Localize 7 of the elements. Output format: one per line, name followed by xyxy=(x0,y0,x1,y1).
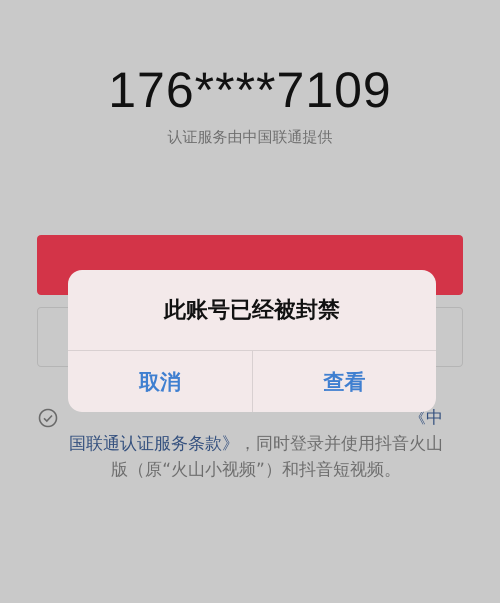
checkbox-icon[interactable] xyxy=(38,408,58,428)
dialog-button[interactable]: 取消 xyxy=(68,351,252,412)
dialog-button[interactable]: 查看 xyxy=(252,351,436,412)
dialog-title: 此账号已经被封禁 xyxy=(68,270,436,351)
phone-number: 176****7109 xyxy=(108,62,392,118)
agreement-link[interactable]: 国联通认证服务条款》 xyxy=(69,434,239,454)
provider-note: 认证服务由中国联通提供 xyxy=(168,128,332,147)
